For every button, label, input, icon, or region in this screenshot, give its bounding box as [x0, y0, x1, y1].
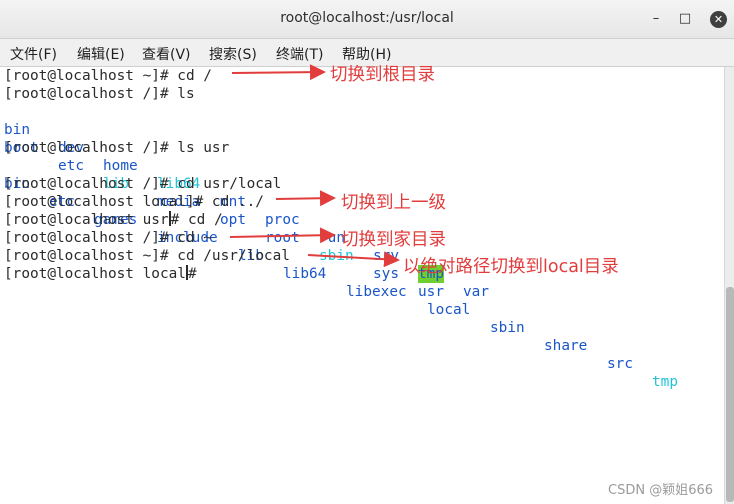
arrow-icon: [229, 227, 336, 244]
annotation-cd-absolute: 以绝对路径切换到local目录: [403, 257, 619, 277]
annotation-cd-root: 切换到根目录: [330, 65, 435, 85]
arrow-icon: [307, 251, 400, 268]
arrow-icon: [231, 64, 326, 81]
annotation-cd-home: 切换到家目录: [341, 230, 446, 250]
annotation-cd-parent: 切换到上一级: [341, 193, 446, 213]
arrow-icon: [275, 190, 336, 207]
watermark: CSDN @颖姐666: [608, 483, 714, 498]
terminal-window: root@localhost:/usr/local – □ ✕ 文件(F) 编辑…: [0, 0, 734, 504]
